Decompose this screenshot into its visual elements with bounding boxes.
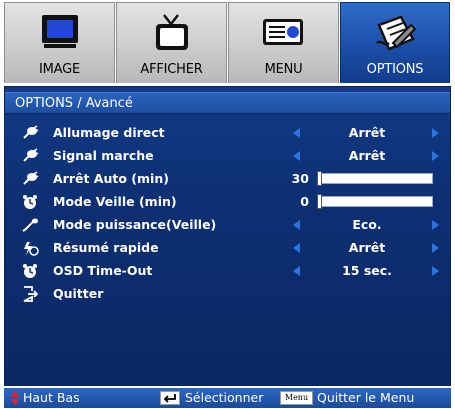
hint-exit-menu: Quitter le Menu	[317, 390, 415, 405]
power-plug-icon	[23, 125, 39, 139]
tab-options[interactable]: OPTIONS	[340, 2, 450, 83]
arrow-right-icon[interactable]	[432, 243, 439, 253]
arrow-left-icon[interactable]	[293, 266, 300, 276]
row-label: Mode puissance(Veille)	[53, 217, 217, 232]
tab-label: AFFICHER	[140, 62, 203, 77]
row-allumage-direct[interactable]: Allumage direct Arrêt	[5, 123, 450, 143]
slider-handle[interactable]	[317, 194, 322, 209]
arrow-right-icon[interactable]	[432, 128, 439, 138]
row-label: Mode Veille (min)	[53, 194, 177, 209]
tab-label: MENU	[264, 62, 303, 77]
row-label: Signal marche	[53, 148, 154, 163]
row-label: Arrêt Auto (min)	[53, 171, 169, 186]
mode-veille-slider[interactable]	[317, 194, 433, 209]
panel-title: OPTIONS / Avancé	[5, 92, 450, 114]
arrow-left-icon[interactable]	[293, 128, 300, 138]
row-mode-veille[interactable]: Mode Veille (min) 0	[5, 192, 450, 212]
power-plug-icon	[23, 148, 39, 162]
row-label: Résumé rapide	[53, 240, 159, 255]
projector-icon	[262, 19, 303, 45]
row-value: Arrêt	[348, 148, 386, 163]
arrow-right-icon[interactable]	[432, 151, 439, 161]
row-arret-auto[interactable]: Arrêt Auto (min) 30	[5, 169, 450, 189]
power-plug-icon	[23, 171, 39, 185]
alarm-clock-icon	[23, 264, 37, 278]
row-label: OSD Time-Out	[53, 263, 153, 278]
row-value: Arrêt	[348, 240, 386, 255]
quick-resume-icon	[24, 242, 39, 256]
row-value: Arrêt	[348, 125, 386, 140]
enter-key-icon	[160, 391, 180, 405]
hint-bar: Haut Bas Sélectionner Menu Quitter le Me…	[4, 388, 451, 408]
tab-label: IMAGE	[38, 62, 80, 77]
row-value: Eco.	[352, 217, 382, 232]
exit-icon	[23, 286, 39, 302]
row-value: 15 sec.	[342, 263, 392, 278]
tab-label: OPTIONS	[366, 62, 424, 77]
osd-menu: IMAGE AFFICHER MENU OPTIONS OPTIONS / Av…	[0, 0, 455, 409]
tv-icon	[155, 14, 188, 50]
row-mode-puissance[interactable]: Mode puissance(Veille) Eco.	[5, 215, 450, 235]
arrow-right-icon[interactable]	[432, 220, 439, 230]
menu-tabs: IMAGE AFFICHER MENU OPTIONS	[4, 2, 451, 83]
menu-key-icon: Menu	[280, 391, 313, 405]
slider-handle[interactable]	[317, 171, 322, 186]
slider-value: 30	[291, 171, 309, 186]
arret-auto-slider[interactable]	[317, 171, 433, 186]
row-label: Allumage direct	[53, 125, 165, 140]
hint-select: Sélectionner	[185, 390, 264, 405]
row-label: Quitter	[53, 286, 104, 301]
row-signal-marche[interactable]: Signal marche Arrêt	[5, 146, 450, 166]
arrow-right-icon[interactable]	[432, 266, 439, 276]
options-icon	[376, 15, 417, 51]
arrow-left-icon[interactable]	[293, 151, 300, 161]
alarm-clock-icon	[23, 195, 37, 209]
power-line-icon	[22, 218, 38, 232]
arrow-left-icon[interactable]	[293, 243, 300, 253]
monitor-icon	[41, 15, 78, 48]
tab-afficher[interactable]: AFFICHER	[116, 2, 227, 83]
up-down-arrow-icon	[10, 391, 20, 405]
options-panel: OPTIONS / Avancé Allumage direct Arrêt S…	[4, 86, 451, 386]
row-osd-timeout[interactable]: OSD Time-Out 15 sec.	[5, 261, 450, 281]
arrow-left-icon[interactable]	[293, 220, 300, 230]
hint-navigate: Haut Bas	[23, 390, 80, 405]
tab-menu[interactable]: MENU	[228, 2, 339, 83]
row-resume-rapide[interactable]: Résumé rapide Arrêt	[5, 238, 450, 258]
row-quitter[interactable]: Quitter	[5, 284, 450, 304]
slider-value: 0	[300, 194, 309, 209]
tab-image[interactable]: IMAGE	[4, 2, 115, 83]
